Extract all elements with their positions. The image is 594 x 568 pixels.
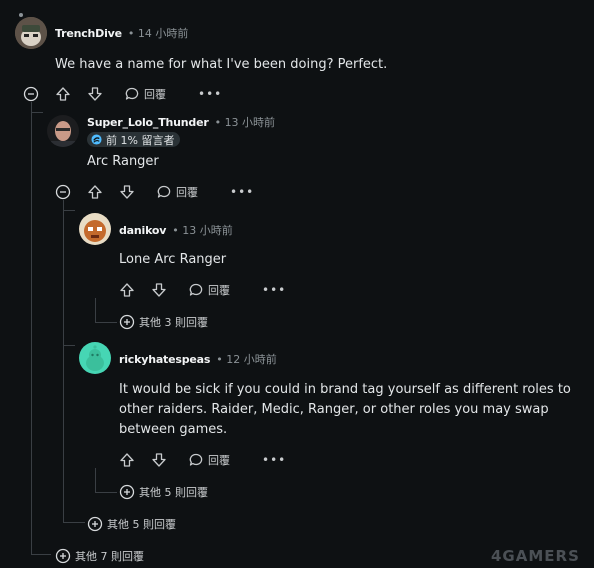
upvote-button[interactable] [119, 282, 135, 302]
username[interactable]: rickyhatespeas [119, 353, 210, 366]
comment-header: TrenchDive • 14 小時前 [55, 25, 188, 41]
expand-plus-icon [87, 516, 103, 532]
expand-plus-icon [119, 314, 135, 330]
timestamp: • 12 小時前 [216, 353, 277, 366]
upvote-button[interactable] [87, 184, 103, 204]
downvote-arrow-icon [152, 283, 166, 297]
reply-bubble-icon [189, 453, 203, 466]
timestamp: • 13 小時前 [172, 224, 233, 237]
avatar-lolo-icon [47, 115, 79, 147]
more-replies-button[interactable]: 其他 5 則回覆 [87, 516, 176, 532]
thread-line-level0 [31, 102, 32, 554]
upvote-arrow-icon [56, 87, 70, 101]
more-replies-button[interactable]: 其他 3 則回覆 [119, 314, 208, 330]
more-replies-label: 其他 3 則回覆 [139, 316, 208, 329]
comment-body: We have a name for what I've been doing?… [55, 57, 388, 72]
watermark-logo: 4GAMERS [491, 547, 580, 565]
comment-body: Arc Ranger [87, 154, 159, 169]
thread-line-level1 [63, 200, 64, 522]
username[interactable]: Super_Lolo_Thunder [87, 116, 209, 129]
username[interactable]: TrenchDive [55, 27, 122, 40]
downvote-button[interactable] [87, 86, 103, 106]
reply-bubble-icon [157, 185, 171, 198]
downvote-arrow-icon [120, 185, 134, 199]
collapse-button[interactable] [23, 86, 39, 106]
more-replies-button[interactable]: 其他 7 則回覆 [55, 548, 144, 564]
reply-bubble-icon [125, 87, 139, 100]
avatar[interactable] [15, 17, 47, 49]
top-commenter-icon [91, 134, 102, 145]
downvote-button[interactable] [151, 282, 167, 302]
expand-plus-icon [119, 484, 135, 500]
comment-header: danikov • 13 小時前 [119, 222, 233, 238]
upvote-button[interactable] [55, 86, 71, 106]
more-replies-label: 其他 7 則回覆 [75, 550, 144, 563]
downvote-arrow-icon [88, 87, 102, 101]
upvote-arrow-icon [120, 453, 134, 467]
avatar-trench-icon [15, 17, 47, 49]
upvote-arrow-icon [120, 283, 134, 297]
thread-curve-lolo [31, 112, 43, 113]
comment-body-line: It would be sick if you could in brand t… [119, 382, 571, 397]
reply-label: 回覆 [208, 284, 230, 297]
thread-line-level2b [95, 468, 96, 492]
reply-label: 回覆 [144, 88, 166, 101]
more-replies-label: 其他 5 則回覆 [139, 486, 208, 499]
comment-body-line: between games. [119, 422, 228, 437]
thread-line-level0-branch [31, 554, 51, 555]
avatar[interactable] [79, 342, 111, 374]
downvote-button[interactable] [151, 452, 167, 472]
avatar[interactable] [79, 213, 111, 245]
reply-bubble-icon [189, 283, 203, 296]
expand-plus-icon [55, 548, 71, 564]
more-options-button[interactable]: ••• [198, 87, 222, 101]
thread-curve-ricky [63, 345, 75, 346]
collapse-minus-icon [55, 184, 71, 200]
thread-line-level2a-branch [95, 322, 117, 323]
reply-label: 回覆 [176, 186, 198, 199]
thread-line-level1-branch [63, 522, 85, 523]
comment-body-line: other raiders. Raider, Medic, Ranger, or… [119, 402, 549, 417]
reply-button[interactable]: 回覆 [188, 452, 230, 468]
more-options-button[interactable]: ••• [262, 283, 286, 297]
reply-button[interactable]: 回覆 [156, 184, 198, 200]
thread-line-level2a [95, 298, 96, 322]
reply-label: 回覆 [208, 454, 230, 467]
comment-body: It would be sick if you could in brand t… [119, 380, 571, 440]
collapse-minus-icon [23, 86, 39, 102]
downvote-button[interactable] [119, 184, 135, 204]
more-options-button[interactable]: ••• [262, 453, 286, 467]
comment-header: Super_Lolo_Thunder • 13 小時前 [87, 114, 275, 130]
reply-button[interactable]: 回覆 [188, 282, 230, 298]
upvote-arrow-icon [88, 185, 102, 199]
more-options-button[interactable]: ••• [230, 185, 254, 199]
thread-line-level2b-branch [95, 492, 117, 493]
online-dot-icon [19, 13, 23, 17]
user-flair-badge: 前 1% 留言者 [87, 132, 181, 147]
timestamp: • 14 小時前 [127, 27, 189, 40]
thread-curve-danikov [63, 210, 75, 211]
timestamp: • 13 小時前 [214, 116, 276, 129]
comment-header: rickyhatespeas • 12 小時前 [119, 351, 277, 367]
username[interactable]: danikov [119, 224, 166, 237]
avatar-danikov-icon [79, 213, 111, 245]
upvote-button[interactable] [119, 452, 135, 472]
comment-body: Lone Arc Ranger [119, 252, 227, 267]
more-replies-button[interactable]: 其他 5 則回覆 [119, 484, 208, 500]
collapse-button[interactable] [55, 184, 71, 204]
avatar-snoo-icon [79, 342, 111, 374]
more-replies-label: 其他 5 則回覆 [107, 518, 176, 531]
flair-label: 前 1% 留言者 [106, 133, 175, 147]
avatar[interactable] [47, 115, 79, 147]
reply-button[interactable]: 回覆 [124, 86, 166, 102]
downvote-arrow-icon [152, 453, 166, 467]
